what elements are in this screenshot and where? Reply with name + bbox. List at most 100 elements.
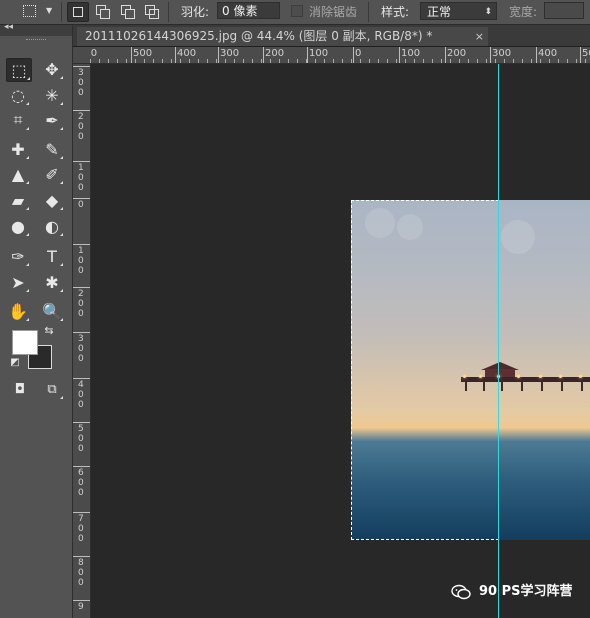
document-canvas[interactable]: [91, 64, 590, 618]
quick-mask-icon[interactable]: ◘: [8, 378, 32, 400]
collapse-icon[interactable]: ◂◂: [4, 22, 13, 32]
width-input: [544, 2, 584, 19]
ruler-tick: [399, 47, 400, 63]
ruler-label: 200: [78, 112, 84, 142]
pier-light: [559, 375, 562, 378]
antialias-checkbox[interactable]: [291, 5, 303, 17]
antialias-label: 消除锯齿: [309, 5, 358, 19]
ruler-minor-tick: [198, 59, 199, 63]
ruler-minor-tick: [243, 59, 244, 63]
wechat-icon: [451, 584, 471, 600]
ruler-label: 600: [78, 468, 84, 498]
ruler-tick: [73, 110, 90, 111]
ruler-label: 0: [355, 48, 362, 59]
ruler-label: 400: [78, 380, 84, 410]
ruler-minor-tick: [576, 59, 577, 63]
add-to-selection-button[interactable]: [92, 2, 112, 20]
ruler-tick: [445, 47, 446, 63]
ruler-minor-tick: [477, 59, 478, 63]
width-label: 宽度:: [509, 5, 538, 19]
foreground-color-swatch[interactable]: [12, 330, 38, 355]
swap-colors-icon[interactable]: ⇆: [40, 323, 58, 337]
pen-icon[interactable]: ✑: [6, 245, 30, 267]
ruler-label: 500: [78, 424, 84, 454]
dodge-icon[interactable]: ◐: [40, 215, 64, 237]
ruler-tick: [73, 422, 90, 423]
ruler-tick: [73, 66, 90, 67]
paint-bucket-icon[interactable]: ◆: [40, 189, 64, 211]
ruler-minor-tick: [360, 59, 361, 63]
ruler-minor-tick: [468, 59, 469, 63]
custom-shape-icon[interactable]: ✱: [40, 271, 64, 293]
eyedropper-icon[interactable]: ✒: [40, 109, 64, 131]
tools-panel-header[interactable]: ◂◂: [0, 22, 72, 36]
intersect-selection-button[interactable]: [141, 2, 161, 20]
zoom-icon[interactable]: 🔍: [40, 300, 64, 322]
default-colors-icon[interactable]: ◩: [8, 355, 22, 369]
ruler-minor-tick: [405, 59, 406, 63]
vertical-ruler[interactable]: 300 200 100 0 100 200 300 400 500 600 700 800 9: [73, 64, 91, 618]
separator: [168, 2, 169, 22]
clone-stamp-icon[interactable]: ▲: [6, 163, 30, 185]
ruler-label: 400: [538, 48, 558, 59]
new-selection-button[interactable]: [67, 2, 89, 22]
history-brush-icon[interactable]: ✐: [40, 163, 64, 185]
ruler-tick: [73, 161, 90, 162]
ruler-label: 500: [90, 48, 98, 59]
blur-icon[interactable]: ●: [6, 215, 30, 237]
eraser-icon[interactable]: ▰: [6, 189, 30, 211]
brush-icon[interactable]: ✎: [40, 138, 64, 160]
subtract-from-selection-button[interactable]: [117, 2, 137, 20]
ruler-tick: [263, 47, 264, 63]
ruler-tick: [218, 47, 219, 63]
pier-leg: [581, 381, 583, 391]
ruler-minor-tick: [117, 59, 118, 63]
ruler-minor-tick: [252, 59, 253, 63]
pier-leg: [521, 381, 523, 391]
ruler-minor-tick: [333, 59, 334, 63]
separator: [61, 2, 62, 22]
ruler-minor-tick: [261, 59, 262, 63]
ruler-minor-tick: [540, 59, 541, 63]
type-icon[interactable]: T: [40, 245, 64, 267]
ruler-minor-tick: [423, 59, 424, 63]
ruler-tick: [490, 47, 491, 63]
hand-icon[interactable]: ✋: [6, 300, 30, 322]
magic-wand-icon[interactable]: ✳: [40, 84, 64, 106]
ruler-minor-tick: [207, 59, 208, 63]
ruler-label: 100: [309, 48, 329, 59]
move-icon[interactable]: ✥: [40, 58, 64, 80]
lasso-icon[interactable]: ◌: [6, 84, 30, 106]
ruler-tick: [73, 332, 90, 333]
ruler-minor-tick: [234, 59, 235, 63]
ruler-minor-tick: [270, 59, 271, 63]
feather-input[interactable]: 0 像素: [217, 2, 280, 19]
close-icon[interactable]: ×: [475, 27, 484, 46]
subtract-selection-icon-2: [125, 9, 135, 19]
style-select[interactable]: 正常 ⬍: [420, 2, 497, 20]
ruler-tick: [73, 556, 90, 557]
vertical-guide[interactable]: [498, 64, 499, 618]
document-tab[interactable]: 20111026144306925.jpg @ 44.4% (图层 0 副本, …: [77, 27, 488, 46]
tool-preset-picker[interactable]: ▼: [19, 3, 53, 20]
ruler-label: 100: [78, 163, 84, 193]
marquee-selection[interactable]: [351, 200, 499, 540]
ruler-minor-tick: [441, 59, 442, 63]
spot-healing-icon[interactable]: ✚: [6, 138, 30, 160]
screen-mode-icon[interactable]: ⧉: [40, 378, 64, 400]
ruler-minor-tick: [459, 59, 460, 63]
ruler-origin[interactable]: [73, 47, 91, 64]
ruler-label: 200: [265, 48, 285, 59]
panel-grip[interactable]: [26, 39, 46, 42]
rectangular-marquee-icon[interactable]: ⬚: [6, 58, 32, 82]
ruler-label: 300: [492, 48, 512, 59]
crop-icon[interactable]: ⌗: [6, 109, 30, 131]
ruler-label: 100: [78, 246, 84, 276]
ruler-minor-tick: [351, 59, 352, 63]
ruler-minor-tick: [567, 59, 568, 63]
horizontal-ruler[interactable]: 500 500 400 300 200 100 0 100 200 300 400 500: [90, 47, 590, 64]
ruler-minor-tick: [153, 59, 154, 63]
document-title: 20111026144306925.jpg @ 44.4% (图层 0 副本, …: [85, 29, 433, 43]
path-selection-icon[interactable]: ➤: [6, 271, 30, 293]
style-label: 样式:: [381, 5, 410, 19]
